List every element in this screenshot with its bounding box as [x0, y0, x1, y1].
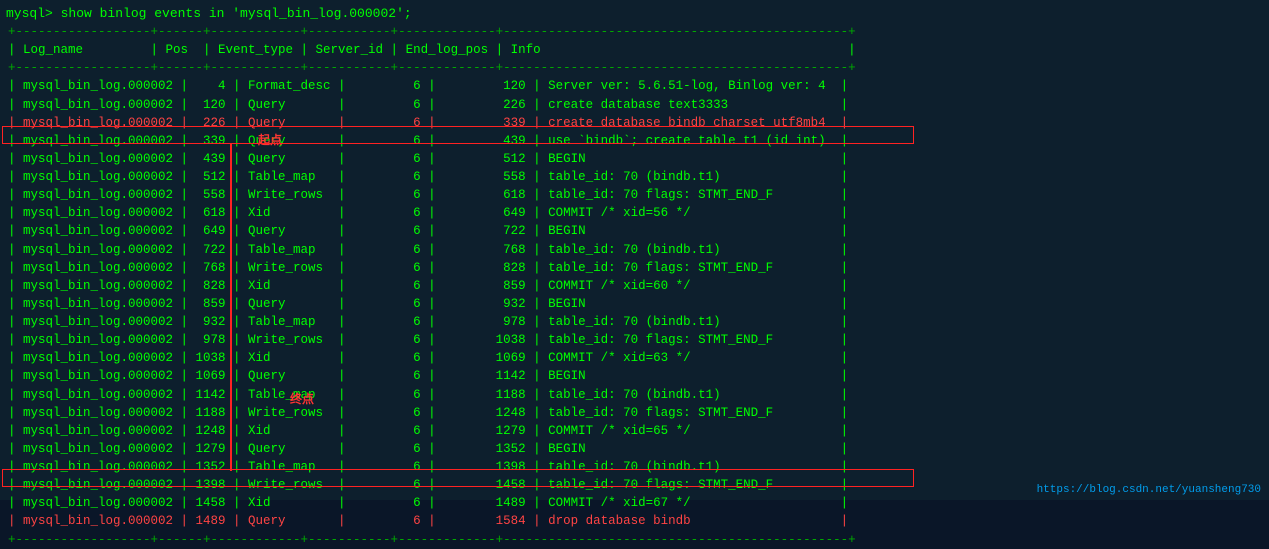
table-row: | mysql_bin_log.000002 | 978 | Write_row… — [4, 331, 1265, 349]
table-container: +------------------+------+------------+… — [2, 23, 1267, 549]
table-row: | mysql_bin_log.000002 | 1142 | Table_ma… — [4, 386, 1265, 404]
start-annotation-label: 起点 — [258, 131, 282, 148]
table-row: | mysql_bin_log.000002 | 649 | Query | 6… — [4, 222, 1265, 240]
terminal-window: mysql> show binlog events in 'mysql_bin_… — [0, 0, 1269, 500]
table-row: | mysql_bin_log.000002 | 618 | Xid | 6 |… — [4, 204, 1265, 222]
table-row: | mysql_bin_log.000002 | 226 | Query | 6… — [4, 114, 1265, 132]
table-row: | mysql_bin_log.000002 | 558 | Write_row… — [4, 186, 1265, 204]
table-row: | mysql_bin_log.000002 | 1188 | Write_ro… — [4, 404, 1265, 422]
table-row: | mysql_bin_log.000002 | 1248 | Xid | 6 … — [4, 422, 1265, 440]
table-row: | mysql_bin_log.000002 | 1352 | Table_ma… — [4, 458, 1265, 476]
table-row: | mysql_bin_log.000002 | 512 | Table_map… — [4, 168, 1265, 186]
table-row: | mysql_bin_log.000002 | 120 | Query | 6… — [4, 96, 1265, 114]
end-annotation-label: 终点 — [290, 390, 314, 407]
command-line: mysql> show binlog events in 'mysql_bin_… — [2, 4, 1267, 23]
table-row: | mysql_bin_log.000002 | 1038 | Xid | 6 … — [4, 349, 1265, 367]
separator-mid: +------------------+------+------------+… — [4, 59, 1265, 77]
watermark: https://blog.csdn.net/yuansheng730 — [1037, 484, 1261, 496]
table-row: | mysql_bin_log.000002 | 932 | Table_map… — [4, 313, 1265, 331]
table-row: | mysql_bin_log.000002 | 859 | Query | 6… — [4, 295, 1265, 313]
table-row: | mysql_bin_log.000002 | 4 | Format_desc… — [4, 77, 1265, 95]
table-row: | mysql_bin_log.000002 | 1069 | Query | … — [4, 367, 1265, 385]
table-row: | mysql_bin_log.000002 | 768 | Write_row… — [4, 259, 1265, 277]
table-rows: | mysql_bin_log.000002 | 4 | Format_desc… — [4, 77, 1265, 530]
table-row: | mysql_bin_log.000002 | 339 | Query | 6… — [4, 132, 1265, 150]
table-row: | mysql_bin_log.000002 | 1458 | Xid | 6 … — [4, 494, 1265, 512]
table-row: | mysql_bin_log.000002 | 828 | Xid | 6 |… — [4, 277, 1265, 295]
separator-top: +------------------+------+------------+… — [4, 23, 1265, 41]
table-row: | mysql_bin_log.000002 | 1279 | Query | … — [4, 440, 1265, 458]
table-header: | Log_name | Pos | Event_type | Server_i… — [4, 41, 1265, 59]
table-row: | mysql_bin_log.000002 | 439 | Query | 6… — [4, 150, 1265, 168]
separator-bot: +------------------+------+------------+… — [4, 531, 1265, 549]
table-row: | mysql_bin_log.000002 | 722 | Table_map… — [4, 241, 1265, 259]
table-row: | mysql_bin_log.000002 | 1489 | Query | … — [4, 512, 1265, 530]
